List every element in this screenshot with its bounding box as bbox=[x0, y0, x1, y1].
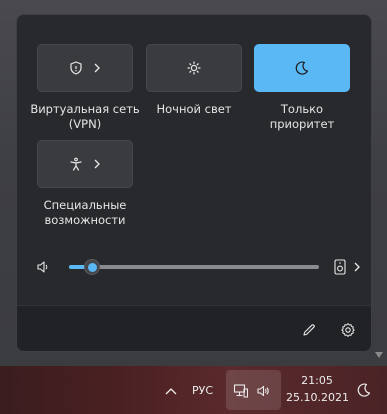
taskbar: РУС 21:05 25.10.2021 bbox=[0, 366, 387, 414]
pencil-icon[interactable] bbox=[299, 320, 319, 340]
network-icon bbox=[232, 382, 250, 400]
vpn-tile[interactable] bbox=[37, 44, 133, 92]
chevron-right-icon[interactable] bbox=[351, 260, 363, 274]
moon-icon bbox=[294, 60, 310, 76]
speaker-icon[interactable] bbox=[35, 259, 51, 275]
chevron-right-icon bbox=[93, 159, 101, 169]
volume-slider-thumb[interactable] bbox=[84, 259, 100, 275]
chevron-up-icon[interactable] bbox=[162, 382, 180, 400]
quick-settings-panel: Виртуальная сеть (VPN) Ночной свет Тольк… bbox=[16, 14, 372, 352]
focus-assist-tile[interactable] bbox=[254, 44, 350, 92]
clock-date: 25.10.2021 bbox=[286, 391, 349, 404]
shield-icon bbox=[69, 61, 83, 75]
chevron-down-icon bbox=[374, 351, 384, 359]
focus-assist-tile-label: Только приоритет bbox=[269, 102, 335, 131]
volume-slider[interactable] bbox=[69, 259, 319, 275]
network-volume-button[interactable] bbox=[226, 370, 281, 410]
vpn-tile-label: Виртуальная сеть (VPN) bbox=[30, 102, 140, 131]
gear-icon[interactable] bbox=[338, 320, 358, 340]
night-light-tile[interactable] bbox=[146, 44, 242, 92]
moon-icon[interactable] bbox=[354, 380, 374, 400]
night-light-tile-label: Ночной свет bbox=[156, 102, 232, 116]
speaker-icon bbox=[254, 382, 272, 400]
clock[interactable]: 21:05 25.10.2021 bbox=[286, 372, 349, 408]
language-indicator[interactable]: РУС bbox=[192, 384, 213, 397]
brightness-icon bbox=[187, 61, 201, 75]
clock-time: 21:05 bbox=[301, 374, 333, 387]
accessibility-tile[interactable] bbox=[37, 140, 133, 188]
speaker-device-icon[interactable] bbox=[333, 258, 347, 276]
quick-settings-footer bbox=[17, 305, 371, 351]
accessibility-tile-label: Специальные возможности bbox=[43, 198, 127, 227]
volume-row bbox=[17, 255, 371, 279]
chevron-right-icon bbox=[93, 63, 101, 73]
accessibility-icon bbox=[69, 157, 83, 171]
